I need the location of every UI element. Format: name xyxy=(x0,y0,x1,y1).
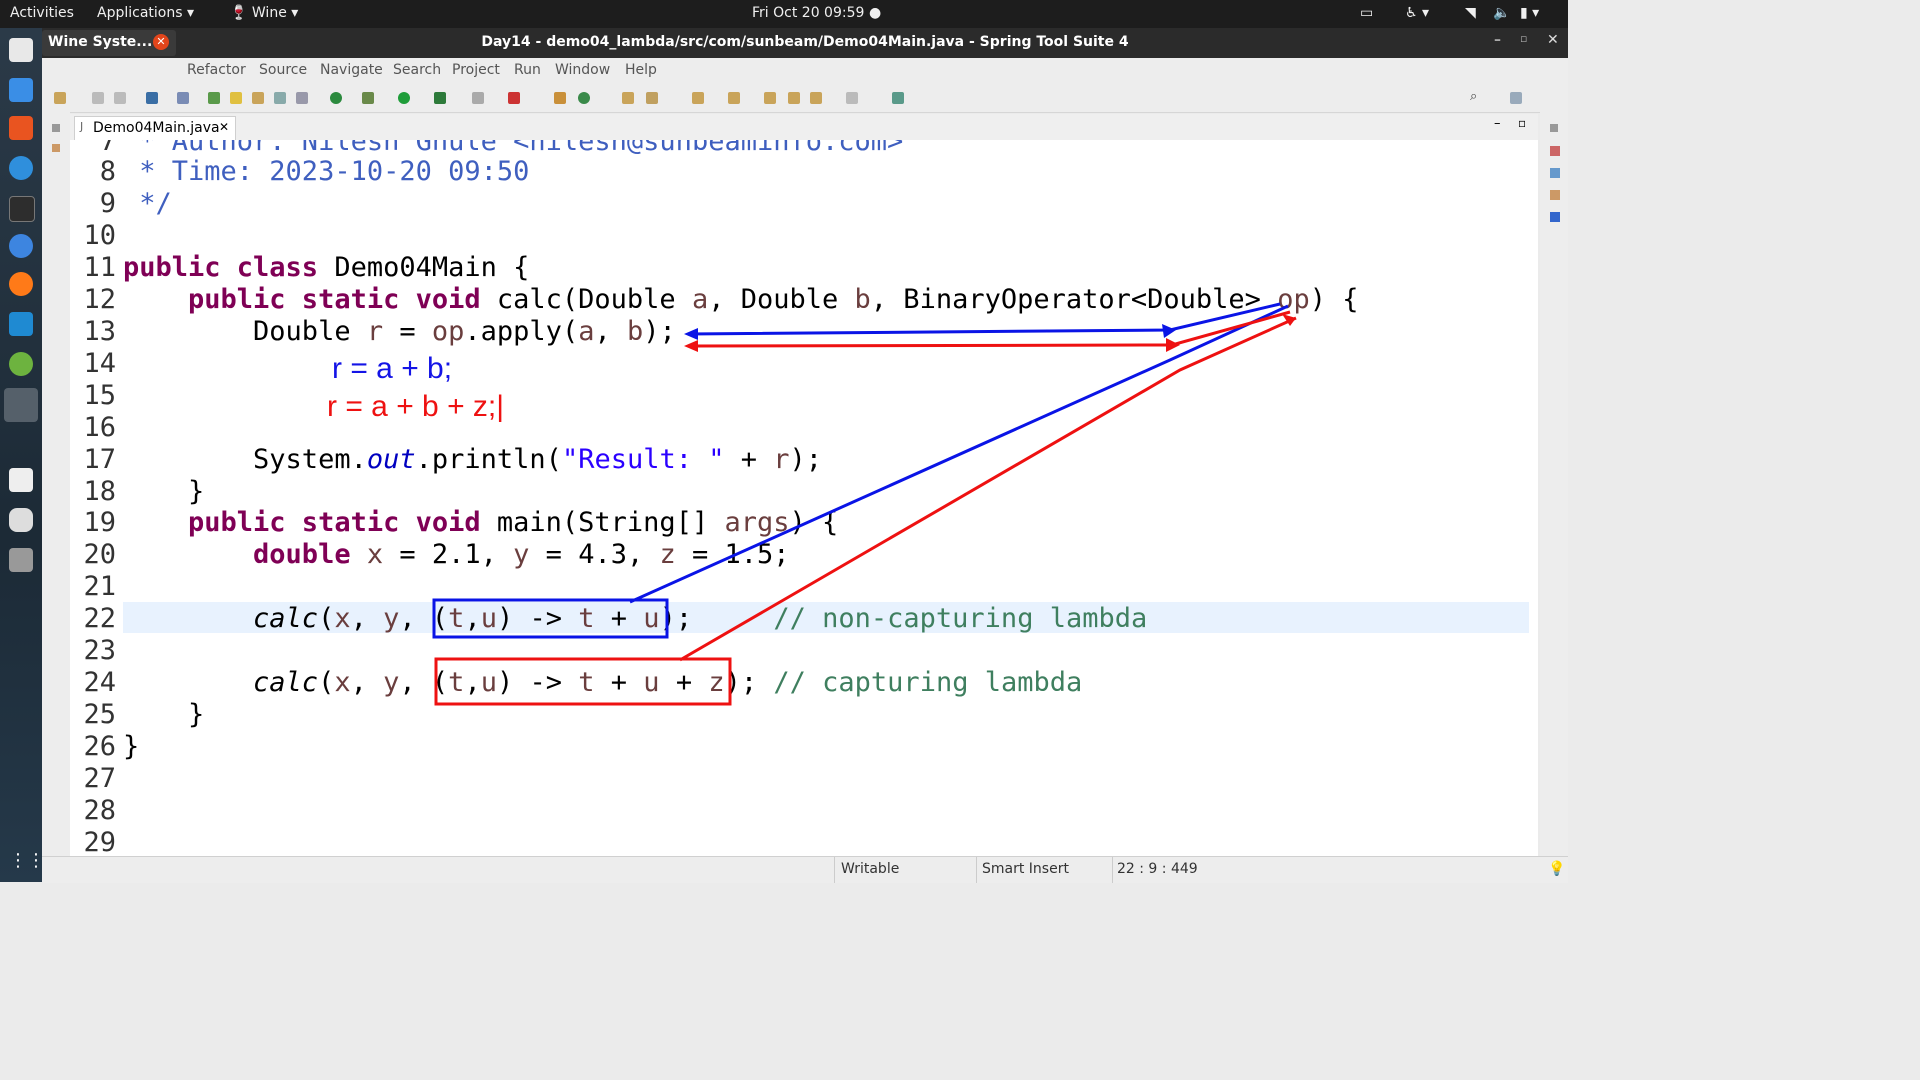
writable-status: Writable xyxy=(841,861,900,877)
status-bar: Writable Smart Insert 22 : 9 : 449 💡 xyxy=(42,856,1568,883)
blue-arrow-path xyxy=(629,304,1289,604)
divider xyxy=(834,857,835,883)
blue-highlight-box xyxy=(432,598,669,639)
red-arrow-path xyxy=(679,316,1297,662)
red-highlight-box xyxy=(434,657,732,706)
blue-arrowhead xyxy=(684,328,698,340)
cursor-position: 22 : 9 : 449 xyxy=(1117,861,1198,877)
red-arrow-back xyxy=(689,310,1291,348)
divider xyxy=(1112,857,1113,883)
insert-mode-status[interactable]: Smart Insert xyxy=(982,861,1069,877)
tip-icon[interactable]: 💡 xyxy=(1548,861,1565,877)
annotation-overlay xyxy=(432,302,1297,706)
red-arrowhead xyxy=(1166,338,1180,352)
blue-arrowhead xyxy=(1162,324,1176,338)
red-arrowhead xyxy=(684,340,698,352)
divider xyxy=(976,857,977,883)
blue-arrow-back xyxy=(687,302,1281,336)
